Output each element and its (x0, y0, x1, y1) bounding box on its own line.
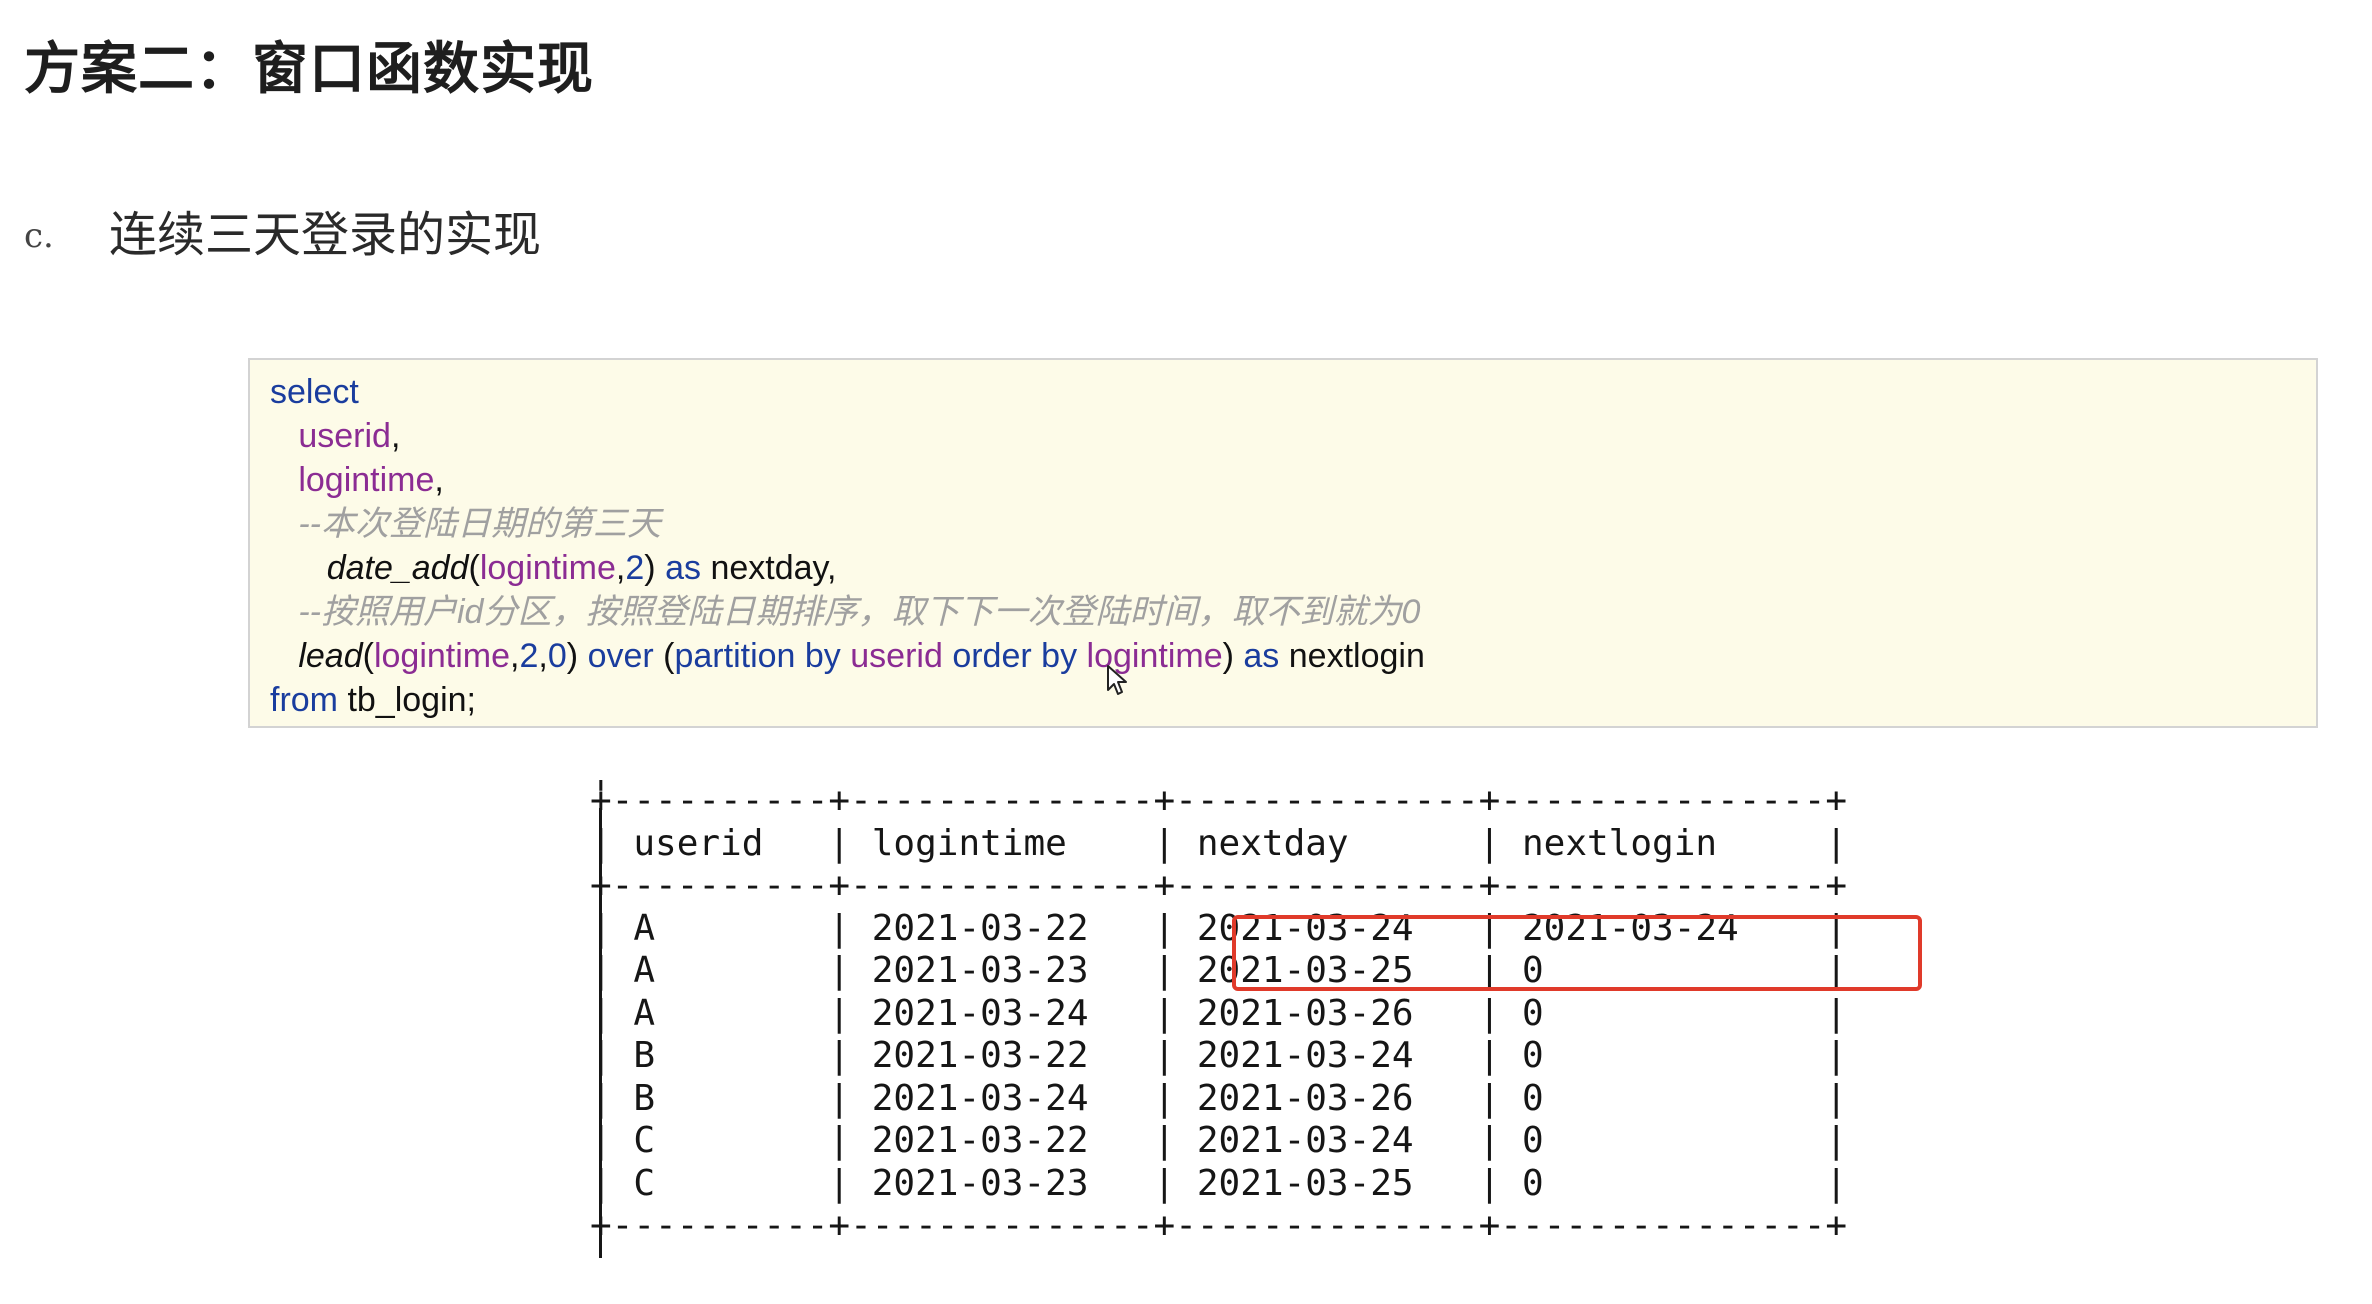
result-table-text: +----------+--------------+-------------… (590, 780, 1847, 1248)
table-border-mid: +----------+--------------+-------------… (590, 865, 1848, 906)
list-marker: c. (24, 216, 54, 256)
section-title: 连续三天登录的实现 (109, 207, 542, 263)
highlight-box (1232, 915, 1922, 991)
table-header-row: | userid | logintime | nextday | nextlog… (590, 822, 1848, 864)
table-row: | A | 2021-03-24 | 2021-03-26 | 0 | (590, 992, 1848, 1034)
table-row: | B | 2021-03-24 | 2021-03-26 | 0 | (590, 1077, 1848, 1119)
table-border-bottom: +----------+--------------+-------------… (590, 1205, 1848, 1246)
table-row: | C | 2021-03-23 | 2021-03-25 | 0 | (590, 1162, 1848, 1204)
sql-code-block: select userid, logintime, --本次登陆日期的第三天 d… (248, 358, 2318, 728)
mouse-pointer-icon (1107, 665, 1127, 695)
code-comment-partition: --按照用户id分区，按照登陆日期排序，取下下一次登陆时间，取不到就为0 (298, 593, 1421, 631)
code-line-userid: userid, (298, 417, 401, 455)
query-result-table: +----------+--------------+-------------… (590, 780, 1950, 1280)
code-comment-third-day: --本次登陆日期的第三天 (298, 505, 661, 543)
code-line-select: select (270, 373, 359, 411)
table-row: | C | 2021-03-22 | 2021-03-24 | 0 | (590, 1120, 1848, 1161)
page-heading: 方案二：窗口函数实现 (24, 37, 594, 102)
code-line-logintime: logintime, (298, 461, 444, 499)
code-line-date-add: date_add(logintime,2) as nextday, (326, 549, 837, 587)
table-row: | B | 2021-03-22 | 2021-03-24 | 0 | (590, 1035, 1848, 1076)
code-line-lead: lead(logintime,2,0) over (partition by u… (298, 637, 1425, 675)
table-border-top: +----------+--------------+-------------… (590, 780, 1848, 821)
code-line-from: from tb_login; (270, 681, 476, 719)
